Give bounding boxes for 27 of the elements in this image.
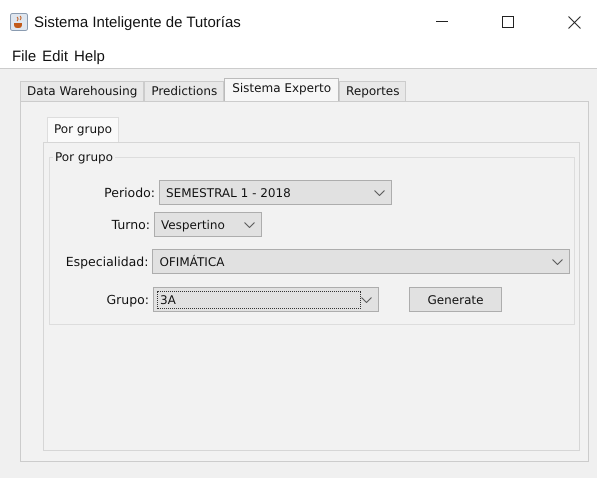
field-label: Grupo: — [105, 292, 150, 307]
chevron-down-icon — [244, 222, 255, 228]
tab[interactable]: Sistema Experto — [224, 78, 340, 101]
field-label: Especialidad: — [64, 254, 150, 269]
window-title: Sistema Inteligente de Tutorías — [34, 14, 241, 30]
chevron-down-icon — [361, 296, 372, 302]
field-label: Turno: — [110, 217, 151, 232]
dropdown[interactable]: 3A — [153, 287, 379, 312]
group-title: Por grupo — [53, 150, 116, 164]
dropdown[interactable]: SEMESTRAL 1 - 2018 — [159, 180, 392, 205]
menu-item[interactable]: Edit — [42, 48, 68, 64]
generate-button[interactable]: Generate — [409, 287, 502, 312]
chevron-down-icon — [374, 190, 385, 196]
minimize-icon[interactable] — [436, 21, 448, 23]
coffee-cup-icon — [10, 13, 28, 31]
menu-item[interactable]: Help — [74, 48, 105, 64]
dropdown[interactable]: OFIMÁTICA — [152, 249, 570, 274]
chevron-down-icon — [552, 258, 563, 264]
menu-item[interactable]: File — [12, 48, 36, 64]
maximize-icon[interactable] — [502, 16, 514, 28]
tab[interactable]: Reportes — [339, 81, 406, 101]
field-label: Periodo: — [103, 185, 156, 200]
close-icon[interactable] — [568, 16, 581, 28]
dropdown[interactable]: Vespertino — [154, 212, 262, 237]
tab[interactable]: Por grupo — [47, 117, 120, 142]
tab[interactable]: Predictions — [144, 81, 224, 101]
tab[interactable]: Data Warehousing — [20, 81, 144, 101]
